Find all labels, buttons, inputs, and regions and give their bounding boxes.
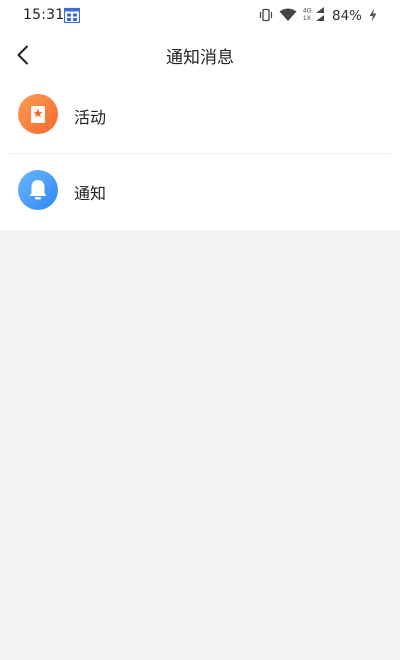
list-item-label: 活动 [74,108,107,127]
status-icons: 4G 1X 84% [253,6,378,26]
network-label-bottom: 1X [303,15,312,22]
list-item-notice[interactable]: 通知 [0,154,400,230]
signal-icon: 4G 1X [303,6,325,26]
notification-category-list: 活动 通知 [0,78,400,230]
activity-icon [18,94,58,134]
app-screen: 15:31 4G 1X 84% 通知消息 活动 通知 [0,0,400,660]
status-time: 15:31 [23,7,65,23]
wifi-icon [279,7,297,26]
list-item-activity[interactable]: 活动 [0,78,400,154]
vibrate-icon [259,7,273,26]
bell-icon [18,170,58,210]
list-item-label: 通知 [74,184,107,203]
page-header: 通知消息 [0,32,400,78]
charging-icon [368,7,378,26]
network-label-top: 4G [303,8,312,15]
page-title: 通知消息 [166,48,234,68]
status-bar: 15:31 4G 1X 84% [0,0,400,32]
battery-percent: 84% [331,8,362,24]
calendar-icon [63,7,81,24]
